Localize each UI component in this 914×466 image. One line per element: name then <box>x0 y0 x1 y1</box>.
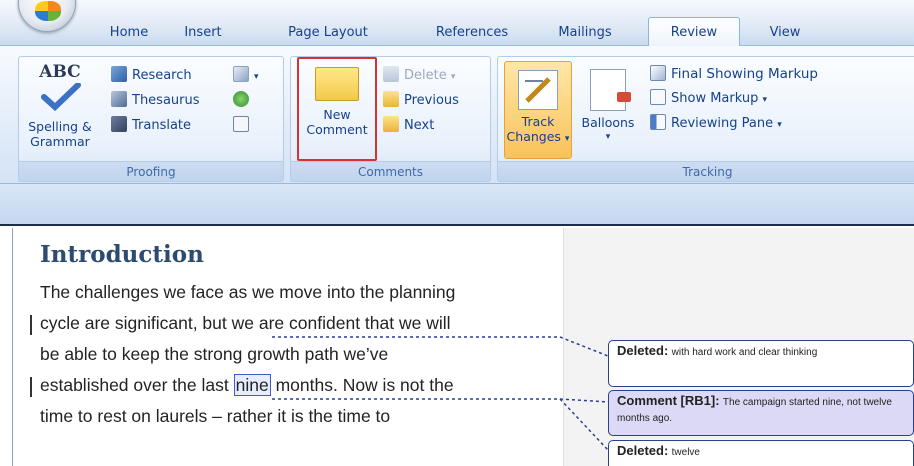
ruler-band <box>0 184 914 226</box>
show-markup-label: Show Markup <box>671 91 759 106</box>
spelling-grammar-button[interactable]: ABC Spelling & Grammar <box>25 64 95 150</box>
dropdown-arrow-icon: ▾ <box>762 95 768 105</box>
proofing-group-label: Proofing <box>19 161 283 181</box>
paragraph-line-4[interactable]: established over the last nine months. N… <box>40 374 454 396</box>
paragraph-line-2[interactable]: cycle are significant, but we are confid… <box>40 313 451 334</box>
word-count-button[interactable] <box>233 115 254 137</box>
spelling-label-1: Spelling & <box>28 119 92 134</box>
track-changes-label-1: Track <box>521 114 555 129</box>
change-bar <box>30 377 32 397</box>
balloon-text: twelve <box>671 447 700 458</box>
tracking-group: Track Changes ▾ Balloons ▾ Final Showing… <box>497 56 914 182</box>
previous-comment-button[interactable]: Previous <box>383 90 459 112</box>
deleted-balloon[interactable]: Deleted: twelve <box>608 440 914 466</box>
reviewing-pane-button[interactable]: Reviewing Pane ▾ <box>650 113 782 135</box>
comment-balloon[interactable]: Comment [RB1]: The campaign started nine… <box>608 390 914 436</box>
abc-check-icon: ABC <box>37 64 83 115</box>
ribbon: ABC Spelling & Grammar Research Thesauru… <box>0 46 914 184</box>
new-comment-label-1: New <box>323 107 351 122</box>
balloons-label: Balloons <box>581 115 635 130</box>
research-label: Research <box>132 68 192 83</box>
dropdown-arrow-icon: ▾ <box>254 72 259 82</box>
display-for-review-value: Final Showing Markup <box>671 66 818 82</box>
tab-view[interactable]: View <box>750 21 820 46</box>
tab-references[interactable]: References <box>420 21 524 46</box>
show-markup-button[interactable]: Show Markup ▾ <box>650 88 767 110</box>
thesaurus-label: Thesaurus <box>132 93 200 108</box>
balloons-dropdown-icon: ▾ <box>605 132 611 142</box>
dropdown-arrow-icon: ▾ <box>777 120 782 130</box>
display-for-review-icon <box>650 65 666 81</box>
research-button[interactable]: Research <box>111 65 192 87</box>
commented-text-highlight[interactable]: nine <box>233 374 271 396</box>
tab-review[interactable]: Review <box>648 17 740 47</box>
next-comment-button[interactable]: Next <box>383 115 434 137</box>
show-markup-icon <box>650 89 666 105</box>
balloon-label: Deleted: <box>617 343 669 358</box>
ribbon-tab-strip: Home Insert Page Layout References Maili… <box>0 0 914 47</box>
new-comment-icon <box>315 67 359 101</box>
paragraph-line-3[interactable]: be able to keep the strong growth path w… <box>40 344 388 365</box>
track-changes-label-2: Changes ▾ <box>506 129 570 144</box>
word-count-icon <box>233 116 249 132</box>
research-icon <box>111 66 127 82</box>
track-changes-icon <box>518 70 558 110</box>
comments-group-label: Comments <box>291 161 490 181</box>
balloons-button[interactable]: Balloons ▾ <box>576 69 640 145</box>
heading-introduction[interactable]: Introduction <box>40 241 204 268</box>
previous-label: Previous <box>404 93 459 108</box>
thesaurus-icon <box>111 91 127 107</box>
tracking-group-label: Tracking <box>498 161 914 181</box>
thesaurus-button[interactable]: Thesaurus <box>111 90 200 112</box>
translation-tooltip-button[interactable] <box>233 90 254 112</box>
paragraph-line-1[interactable]: The challenges we face as we move into t… <box>40 282 455 303</box>
set-language-icon <box>233 66 249 82</box>
translate-label: Translate <box>132 118 192 133</box>
proofing-group: ABC Spelling & Grammar Research Thesauru… <box>18 56 284 182</box>
tab-home[interactable]: Home <box>100 21 158 46</box>
new-comment-button[interactable]: New Comment <box>297 57 377 161</box>
delete-comment-icon <box>383 66 399 82</box>
delete-comment-button[interactable]: Delete ▾ <box>383 65 455 87</box>
balloons-icon <box>590 69 631 111</box>
next-label: Next <box>404 118 435 133</box>
delete-label: Delete <box>404 68 447 83</box>
reviewing-pane-icon <box>650 114 666 130</box>
reviewing-pane-label: Reviewing Pane <box>671 116 774 131</box>
deleted-balloon[interactable]: Deleted: with hard work and clear thinki… <box>608 340 914 387</box>
word-window: Home Insert Page Layout References Maili… <box>0 0 914 466</box>
previous-comment-icon <box>383 91 399 107</box>
balloon-label: Deleted: <box>617 443 669 458</box>
balloon-text: with hard work and clear thinking <box>671 347 818 358</box>
set-language-button[interactable]: ▾ <box>233 65 259 87</box>
balloon-label: Comment [RB1]: <box>617 393 720 408</box>
tab-insert[interactable]: Insert <box>172 21 234 46</box>
track-changes-button[interactable]: Track Changes ▾ <box>504 61 572 159</box>
tab-page-layout[interactable]: Page Layout <box>280 21 376 46</box>
translate-icon <box>111 116 127 132</box>
comments-group: New Comment Delete ▾ Previous Next Comme… <box>290 56 491 182</box>
paragraph-line-5[interactable]: time to rest on laurels – rather it is t… <box>40 406 390 427</box>
change-bar <box>30 315 32 335</box>
office-button[interactable] <box>18 0 76 32</box>
next-comment-icon <box>383 116 399 132</box>
translation-tooltip-icon <box>233 91 249 107</box>
display-for-review-select[interactable]: Final Showing Markup <box>650 63 818 85</box>
spelling-label-2: Grammar <box>30 134 90 149</box>
dropdown-arrow-icon: ▾ <box>450 72 456 82</box>
tab-mailings[interactable]: Mailings <box>547 21 623 46</box>
new-comment-label-2: Comment <box>306 122 368 137</box>
translate-button[interactable]: Translate <box>111 115 191 137</box>
office-logo-icon <box>35 1 61 21</box>
